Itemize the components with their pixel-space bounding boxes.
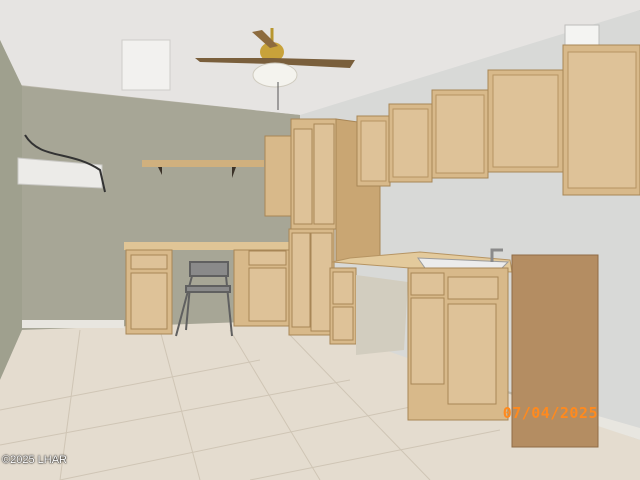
ceiling-vent — [121, 39, 171, 91]
watermark: ©2025 LHAR — [2, 454, 67, 466]
desk-top — [124, 242, 290, 250]
baseboard-back — [22, 320, 124, 328]
date-stamp: 07/04/2025 — [502, 404, 598, 422]
under-counter-opening — [356, 275, 408, 355]
left-wall — [0, 40, 22, 380]
kitchen-photo: 07/04/2025 ©2025 LHAR — [0, 0, 640, 480]
pantry-upper-left — [264, 135, 293, 217]
wall-shelf — [142, 160, 264, 167]
